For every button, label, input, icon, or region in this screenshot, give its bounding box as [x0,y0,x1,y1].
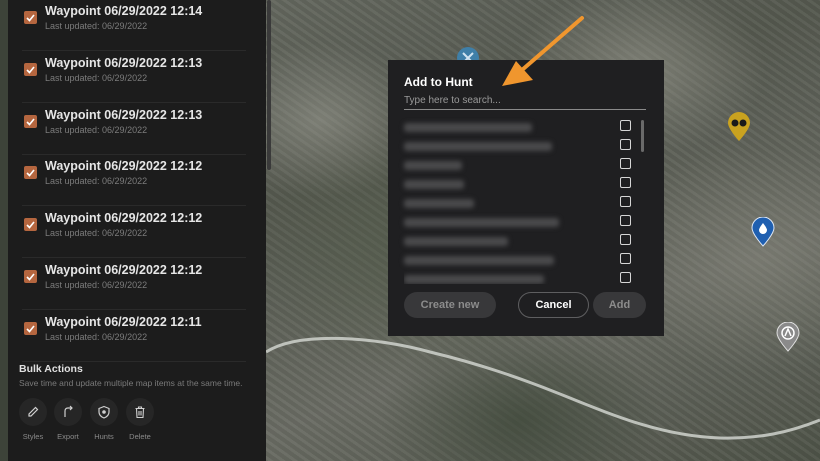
annotation-arrow-icon [502,16,584,86]
